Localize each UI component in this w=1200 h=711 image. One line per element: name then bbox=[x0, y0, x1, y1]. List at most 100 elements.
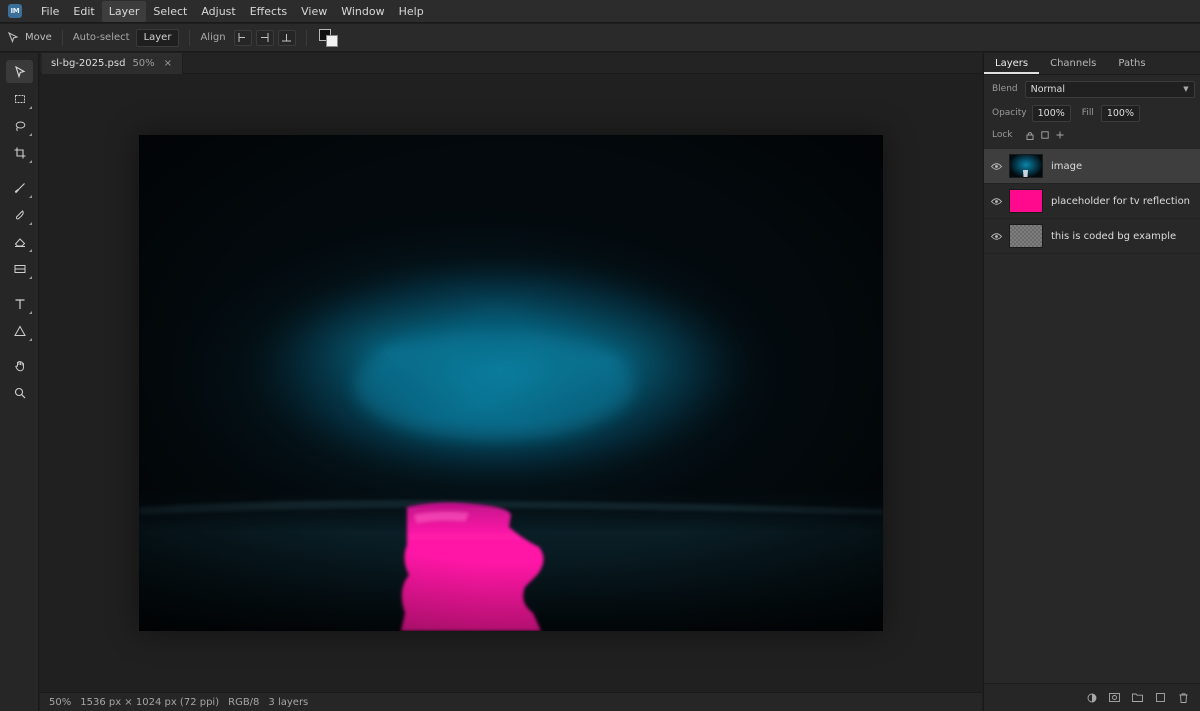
align-label: Align bbox=[200, 32, 226, 43]
menu-adjust[interactable]: Adjust bbox=[194, 1, 242, 22]
center-align-icon[interactable] bbox=[255, 29, 274, 46]
document-tabs: sl-bg-2025.psd 50% × bbox=[40, 53, 982, 74]
mask-icon[interactable] bbox=[1103, 693, 1126, 702]
layer-name: placeholder for tv reflection bbox=[1051, 195, 1191, 207]
menu-view[interactable]: View bbox=[294, 1, 334, 22]
text-tool[interactable] bbox=[6, 292, 33, 315]
layer-thumbnail bbox=[1009, 224, 1043, 248]
layer-row[interactable]: image bbox=[984, 149, 1200, 184]
divider bbox=[305, 29, 307, 46]
move-tool-icon bbox=[14, 65, 25, 78]
layer-row[interactable]: placeholder for tv reflection bbox=[984, 184, 1200, 219]
current-tool: Move bbox=[8, 32, 52, 43]
document-canvas[interactable] bbox=[139, 135, 883, 631]
lasso-icon bbox=[15, 121, 25, 131]
magnifier-icon bbox=[14, 387, 25, 398]
canvas-image bbox=[139, 135, 883, 631]
gradient-icon bbox=[14, 264, 25, 273]
gradient-tool[interactable] bbox=[6, 257, 33, 280]
brush-tool[interactable] bbox=[6, 176, 33, 199]
chevron-down-icon: ▼ bbox=[1183, 84, 1189, 93]
lock-icon[interactable] bbox=[1026, 131, 1034, 140]
blend-mode-value: Normal bbox=[1030, 83, 1066, 95]
fill-field[interactable]: 100% bbox=[1100, 104, 1140, 122]
adjustment-layer-icon[interactable] bbox=[1080, 693, 1103, 703]
tools-panel bbox=[0, 53, 39, 711]
menu-window[interactable]: Window bbox=[334, 1, 391, 22]
marquee-icon bbox=[14, 94, 25, 103]
fill-label: Fill bbox=[1081, 108, 1094, 118]
zoom-tool[interactable] bbox=[6, 381, 33, 404]
menu-select[interactable]: Select bbox=[146, 1, 194, 22]
layer-list: image placeholder for tv reflection this… bbox=[984, 149, 1200, 254]
status-bar: 50% 1536 px × 1024 px (72 ppi) RGB/8 3 l… bbox=[40, 692, 982, 711]
eye-icon[interactable] bbox=[984, 197, 1008, 205]
panel-tabs: Layers Channels Paths bbox=[984, 53, 1200, 75]
move-tool[interactable] bbox=[6, 60, 33, 83]
eraser-icon bbox=[14, 237, 25, 247]
lock-label: Lock bbox=[992, 130, 1013, 140]
layer-name: this is coded bg example bbox=[1051, 230, 1177, 242]
bottom-align-icon[interactable] bbox=[277, 29, 296, 46]
opacity-label: Opacity bbox=[992, 108, 1027, 118]
folder-icon[interactable] bbox=[1126, 693, 1149, 702]
opacity-row: Opacity 100% Fill 100% bbox=[992, 102, 1200, 124]
layers-panel: Layers Channels Paths Blend Normal ▼ Opa… bbox=[983, 53, 1200, 711]
blend-mode-select[interactable]: Normal ▼ bbox=[1024, 80, 1195, 98]
status-zoom: 50% bbox=[49, 696, 72, 708]
status-layer-count: 3 layers bbox=[268, 696, 309, 708]
tab-layers[interactable]: Layers bbox=[984, 53, 1040, 74]
layer-row[interactable]: this is coded bg example bbox=[984, 219, 1200, 254]
lock-pixels-icon[interactable] bbox=[1040, 131, 1049, 140]
blend-row: Blend Normal ▼ bbox=[992, 78, 1200, 100]
menu-edit[interactable]: Edit bbox=[66, 1, 101, 22]
background-color-swatch[interactable] bbox=[325, 34, 338, 47]
eraser-tool[interactable] bbox=[6, 230, 33, 253]
color-swatches[interactable] bbox=[318, 28, 339, 47]
document-tab[interactable]: sl-bg-2025.psd 50% × bbox=[42, 53, 184, 74]
smudge-icon bbox=[15, 209, 24, 220]
hand-tool[interactable] bbox=[6, 354, 33, 377]
status-dimensions: 1536 px × 1024 px (72 ppi) bbox=[80, 696, 220, 708]
document-zoom: 50% bbox=[132, 58, 155, 69]
menu-layer[interactable]: Layer bbox=[101, 0, 147, 22]
eye-icon[interactable] bbox=[984, 232, 1008, 240]
marquee-tool[interactable] bbox=[6, 87, 33, 110]
new-layer-icon[interactable] bbox=[1149, 693, 1172, 702]
app-logo[interactable]: IM bbox=[8, 4, 22, 18]
layer-name: image bbox=[1051, 160, 1083, 172]
layer-thumbnail bbox=[1009, 154, 1043, 178]
crop-tool[interactable] bbox=[6, 141, 33, 164]
tab-paths[interactable]: Paths bbox=[1107, 53, 1156, 74]
crop-icon bbox=[14, 147, 25, 158]
menu-file[interactable]: File bbox=[34, 1, 66, 22]
menu-help[interactable]: Help bbox=[392, 1, 431, 22]
divider bbox=[61, 29, 63, 46]
close-icon[interactable]: × bbox=[164, 58, 172, 69]
options-bar: Move Auto-select Layer Align bbox=[0, 24, 1200, 52]
lock-row: Lock bbox=[992, 124, 1200, 146]
status-color-mode: RGB/8 bbox=[228, 696, 260, 708]
brush-icon bbox=[14, 182, 25, 193]
blend-label: Blend bbox=[992, 84, 1018, 94]
hand-icon bbox=[14, 360, 24, 371]
trash-icon[interactable] bbox=[1172, 692, 1195, 703]
lock-position-icon[interactable] bbox=[1056, 131, 1064, 140]
opacity-field[interactable]: 100% bbox=[1031, 104, 1071, 122]
smudge-tool[interactable] bbox=[6, 203, 33, 226]
auto-select-dropdown[interactable]: Layer bbox=[135, 28, 180, 47]
divider bbox=[189, 29, 191, 46]
current-tool-label: Move bbox=[25, 32, 52, 43]
left-align-icon[interactable] bbox=[233, 29, 252, 46]
text-icon bbox=[15, 298, 24, 309]
tab-channels[interactable]: Channels bbox=[1039, 53, 1107, 74]
layer-thumbnail bbox=[1009, 189, 1043, 213]
eye-icon[interactable] bbox=[984, 162, 1008, 170]
lasso-tool[interactable] bbox=[6, 114, 33, 137]
menu-effects[interactable]: Effects bbox=[243, 1, 294, 22]
menu-bar: IM File Edit Layer Select Adjust Effects… bbox=[0, 0, 1200, 23]
move-cursor-icon bbox=[8, 32, 19, 43]
document-filename: sl-bg-2025.psd bbox=[51, 58, 126, 69]
canvas-area[interactable] bbox=[40, 74, 982, 692]
shape-tool[interactable] bbox=[6, 319, 33, 342]
